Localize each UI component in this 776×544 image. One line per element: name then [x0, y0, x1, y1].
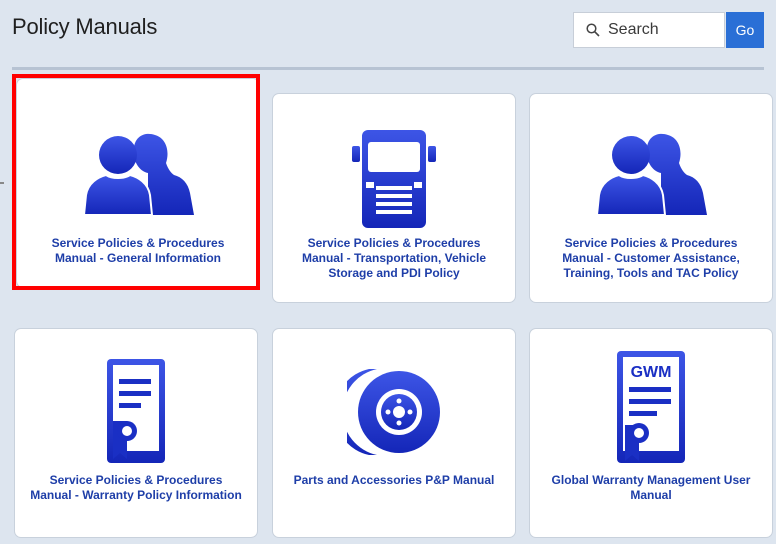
tile-label: Parts and Accessories P&P Manual	[293, 473, 495, 487]
tile-parts-accessories[interactable]: Parts and Accessories P&P Manual	[272, 328, 516, 538]
people-icon	[82, 133, 194, 215]
gwm-icon-text: GWM	[631, 364, 672, 381]
tile-customer-assistance-training[interactable]: Service Policies & Procedures Manual - C…	[529, 93, 773, 303]
search-box[interactable]	[573, 12, 725, 48]
header-divider	[12, 67, 764, 70]
tile-general-information[interactable]: Service Policies & Procedures Manual - G…	[16, 78, 260, 288]
gwm-certificate-icon: GWM	[617, 351, 685, 463]
tile-label: Service Policies & Procedures Manual - W…	[30, 473, 242, 502]
search-input[interactable]	[608, 21, 718, 39]
brake-disc-icon	[347, 369, 440, 455]
truck-icon	[352, 130, 436, 228]
tile-warranty-policy-information[interactable]: Service Policies & Procedures Manual - W…	[14, 328, 258, 538]
page-title: Policy Manuals	[12, 14, 158, 39]
tile-label: Service Policies & Procedures Manual - C…	[562, 236, 740, 280]
search-icon	[586, 23, 600, 37]
go-button[interactable]: Go	[726, 12, 764, 48]
certificate-icon	[107, 359, 165, 463]
tile-label: Global Warranty Management User Manual	[551, 473, 751, 502]
tile-global-warranty-management[interactable]: GWM Global Warranty Management User Manu…	[529, 328, 773, 538]
tile-label: Service Policies & Procedures Manual - T…	[301, 236, 487, 280]
left-edge-mark	[0, 182, 4, 184]
tile-transportation-storage-pdi[interactable]: Service Policies & Procedures Manual - T…	[272, 93, 516, 303]
tile-label: Service Policies & Procedures Manual - G…	[51, 236, 225, 265]
people-icon	[595, 133, 707, 215]
